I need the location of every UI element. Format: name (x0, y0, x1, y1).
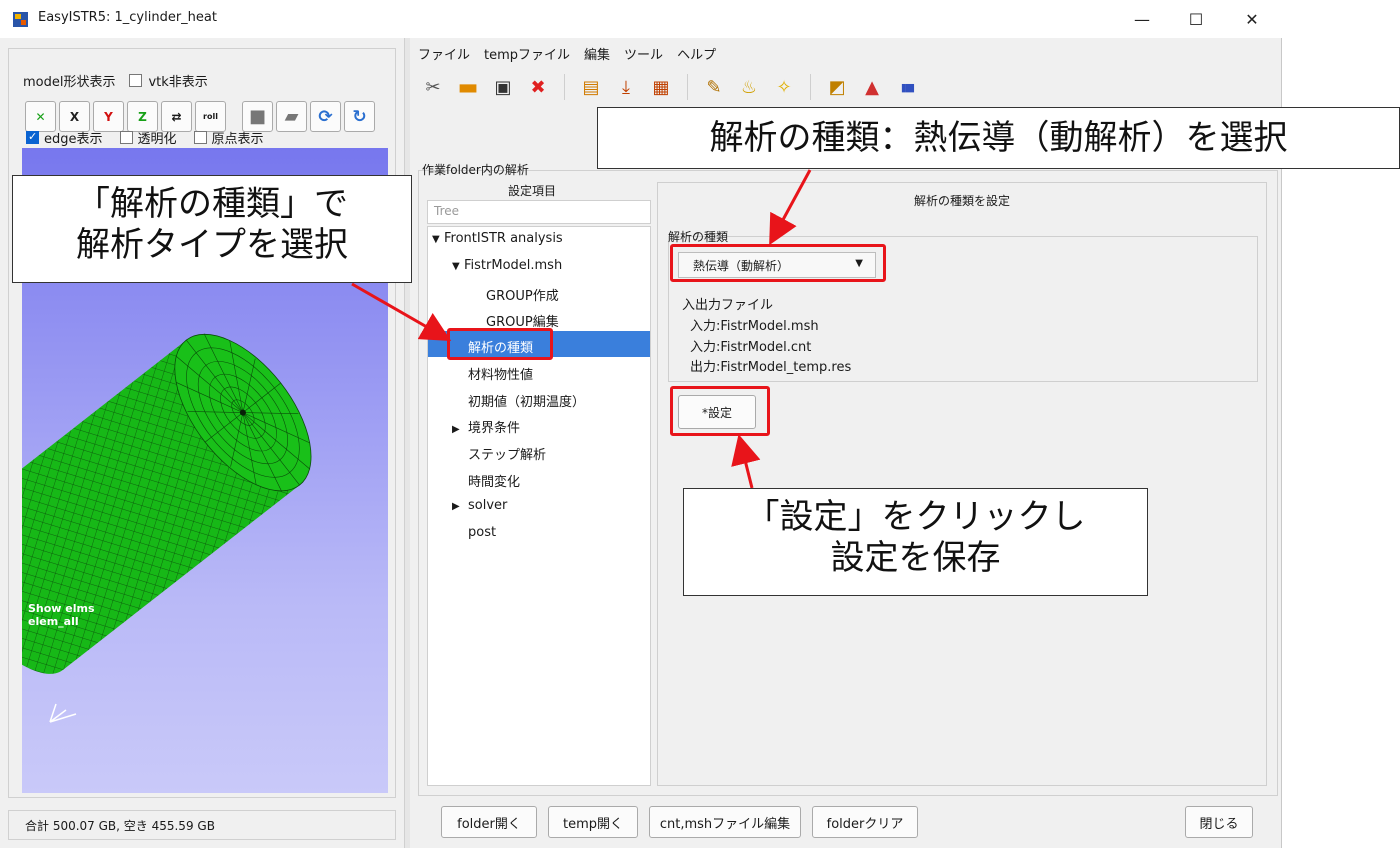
callout-select-type-line2: 解析タイプを選択 (76, 225, 348, 266)
arrow-to-set (731, 434, 761, 489)
callout-save-line1: 「設定」をクリックし (745, 497, 1086, 537)
callout-heat-conduction: 解析の種類：熱伝導（動解析）を選択 (597, 107, 1400, 169)
callout-select-type-line1: 「解析の種類」で (76, 184, 348, 224)
arrow-to-select (769, 169, 812, 246)
callout-save-setting: 「設定」をクリックし 設定を保存 (683, 488, 1148, 596)
arrow-to-tree (351, 282, 452, 341)
callout-select-type: 「解析の種類」で 解析タイプを選択 (12, 175, 412, 283)
callout-save-line2: 設定を保存 (830, 538, 1001, 579)
